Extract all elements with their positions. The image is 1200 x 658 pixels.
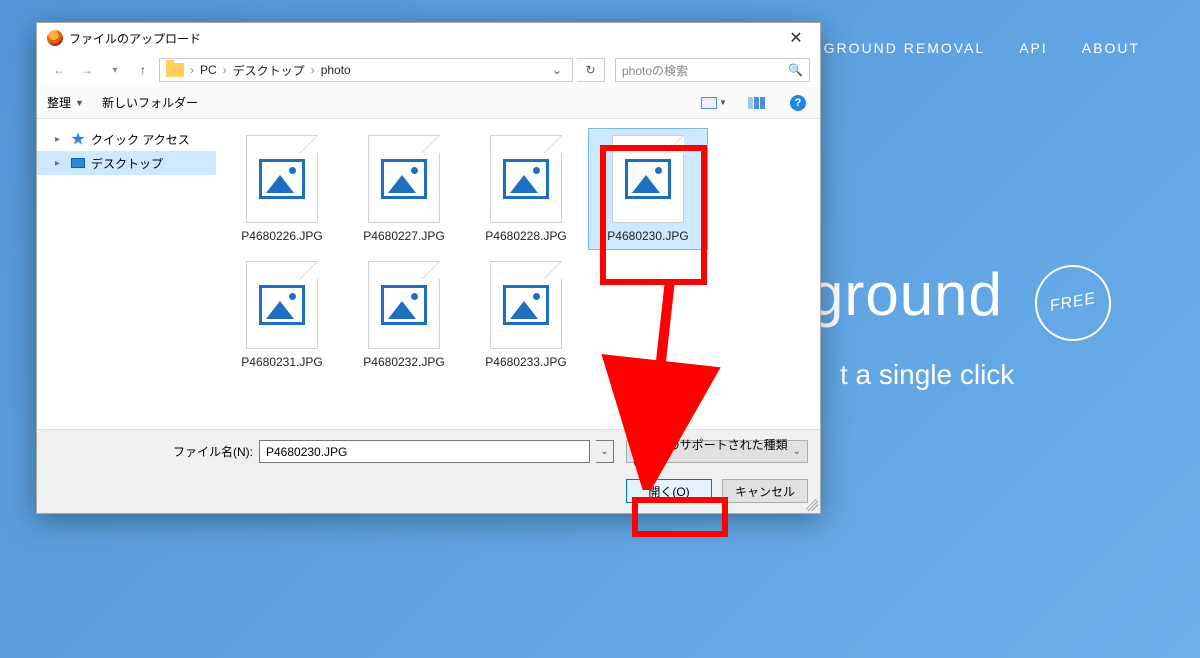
file-thumbnail xyxy=(612,135,684,223)
filename-input[interactable] xyxy=(259,440,590,463)
breadcrumb-desktop[interactable]: デスクトップ xyxy=(233,62,305,79)
organize-menu[interactable]: 整理▼ xyxy=(47,94,84,111)
sidebar-item-desktop[interactable]: ▸ デスクトップ xyxy=(37,151,216,175)
breadcrumb-sep: › xyxy=(190,63,194,77)
breadcrumb-photo[interactable]: photo xyxy=(321,63,351,77)
image-icon xyxy=(259,285,305,325)
image-icon xyxy=(259,159,305,199)
refresh-button[interactable]: ↻ xyxy=(577,58,605,82)
file-item[interactable]: P4680230.JPG xyxy=(589,129,707,249)
nav-link-removal[interactable]: GROUND REMOVAL xyxy=(824,40,986,56)
image-icon xyxy=(381,159,427,199)
file-item[interactable]: P4680228.JPG xyxy=(467,129,585,249)
address-dropdown[interactable]: ⌄ xyxy=(548,63,566,77)
file-name: P4680226.JPG xyxy=(241,229,322,243)
file-item[interactable]: P4680232.JPG xyxy=(345,255,463,375)
file-name: P4680233.JPG xyxy=(485,355,566,369)
site-nav: GROUND REMOVAL API ABOUT xyxy=(824,40,1140,56)
expander-icon[interactable]: ▸ xyxy=(55,158,65,169)
view-mode-button[interactable]: ▼ xyxy=(702,91,726,115)
file-item[interactable]: P4680233.JPG xyxy=(467,255,585,375)
free-badge: FREE xyxy=(1029,259,1117,347)
hero-subtitle: t a single click xyxy=(840,359,1014,391)
dialog-footer: ファイル名(N): ⌄ すべてのサポートされた種類 (*.jpg;* ⌄ 開く(… xyxy=(37,429,820,513)
file-thumbnail xyxy=(246,135,318,223)
file-name: P4680228.JPG xyxy=(485,229,566,243)
filename-label: ファイル名(N): xyxy=(173,443,253,460)
resize-grip[interactable] xyxy=(806,499,818,511)
hero-text: ground t a single click xyxy=(810,260,1014,391)
address-bar[interactable]: › PC › デスクトップ › photo ⌄ xyxy=(159,58,573,82)
help-button[interactable]: ? xyxy=(786,91,810,115)
desktop-icon xyxy=(71,158,85,168)
file-name: P4680230.JPG xyxy=(607,229,688,243)
new-folder-button[interactable]: 新しいフォルダー xyxy=(102,94,198,111)
nav-link-about[interactable]: ABOUT xyxy=(1082,40,1140,56)
breadcrumb-sep: › xyxy=(311,63,315,77)
file-name: P4680227.JPG xyxy=(363,229,444,243)
file-name: P4680232.JPG xyxy=(363,355,444,369)
sidebar: ▸ クイック アクセス ▸ デスクトップ xyxy=(37,119,217,429)
image-icon xyxy=(625,159,671,199)
firefox-icon xyxy=(47,30,63,46)
open-button[interactable]: 開く(O) xyxy=(626,479,712,503)
folder-icon xyxy=(166,63,184,77)
file-thumbnail xyxy=(368,261,440,349)
star-icon xyxy=(71,132,85,146)
file-name: P4680231.JPG xyxy=(241,355,322,369)
sidebar-item-quick-access[interactable]: ▸ クイック アクセス xyxy=(37,127,216,151)
chevron-down-icon: ⌄ xyxy=(793,446,801,457)
image-icon xyxy=(503,285,549,325)
back-button[interactable]: ← xyxy=(47,58,71,82)
image-icon xyxy=(381,285,427,325)
recent-caret[interactable]: ▾ xyxy=(103,58,127,82)
file-upload-dialog: ファイルのアップロード ✕ ← → ▾ ↑ › PC › デスクトップ › ph… xyxy=(36,22,821,514)
filetype-label: すべてのサポートされた種類 (*.jpg;* xyxy=(633,436,801,467)
titlebar: ファイルのアップロード ✕ xyxy=(37,23,820,53)
close-button[interactable]: ✕ xyxy=(776,24,816,52)
image-icon xyxy=(503,159,549,199)
forward-button: → xyxy=(75,58,99,82)
file-item[interactable]: P4680227.JPG xyxy=(345,129,463,249)
sidebar-label-desktop: デスクトップ xyxy=(91,155,163,172)
search-input[interactable]: photoの検索 🔍 xyxy=(615,58,810,82)
file-thumbnail xyxy=(246,261,318,349)
cancel-button[interactable]: キャンセル xyxy=(722,479,808,503)
filename-dropdown[interactable]: ⌄ xyxy=(596,440,614,463)
up-button[interactable]: ↑ xyxy=(131,58,155,82)
file-thumbnail xyxy=(490,261,562,349)
file-item[interactable]: P4680226.JPG xyxy=(223,129,341,249)
file-thumbnail xyxy=(490,135,562,223)
expander-icon[interactable]: ▸ xyxy=(55,134,65,145)
breadcrumb-pc[interactable]: PC xyxy=(200,63,217,77)
nav-row: ← → ▾ ↑ › PC › デスクトップ › photo ⌄ ↻ photoの… xyxy=(37,53,820,87)
file-item[interactable]: P4680231.JPG xyxy=(223,255,341,375)
dialog-title: ファイルのアップロード xyxy=(69,30,776,47)
sidebar-label-quick: クイック アクセス xyxy=(91,131,190,148)
toolbar: 整理▼ 新しいフォルダー ▼ ? xyxy=(37,87,820,119)
search-icon: 🔍 xyxy=(788,63,803,77)
filetype-combo[interactable]: すべてのサポートされた種類 (*.jpg;* ⌄ xyxy=(626,440,808,463)
hero-title: ground xyxy=(810,260,1014,329)
search-placeholder: photoの検索 xyxy=(622,62,688,79)
breadcrumb-sep: › xyxy=(223,63,227,77)
nav-link-api[interactable]: API xyxy=(1019,40,1048,56)
file-thumbnail xyxy=(368,135,440,223)
file-list[interactable]: P4680226.JPG P4680227.JPG P4680228.JPG P468… xyxy=(217,119,820,429)
preview-pane-button[interactable] xyxy=(744,91,768,115)
